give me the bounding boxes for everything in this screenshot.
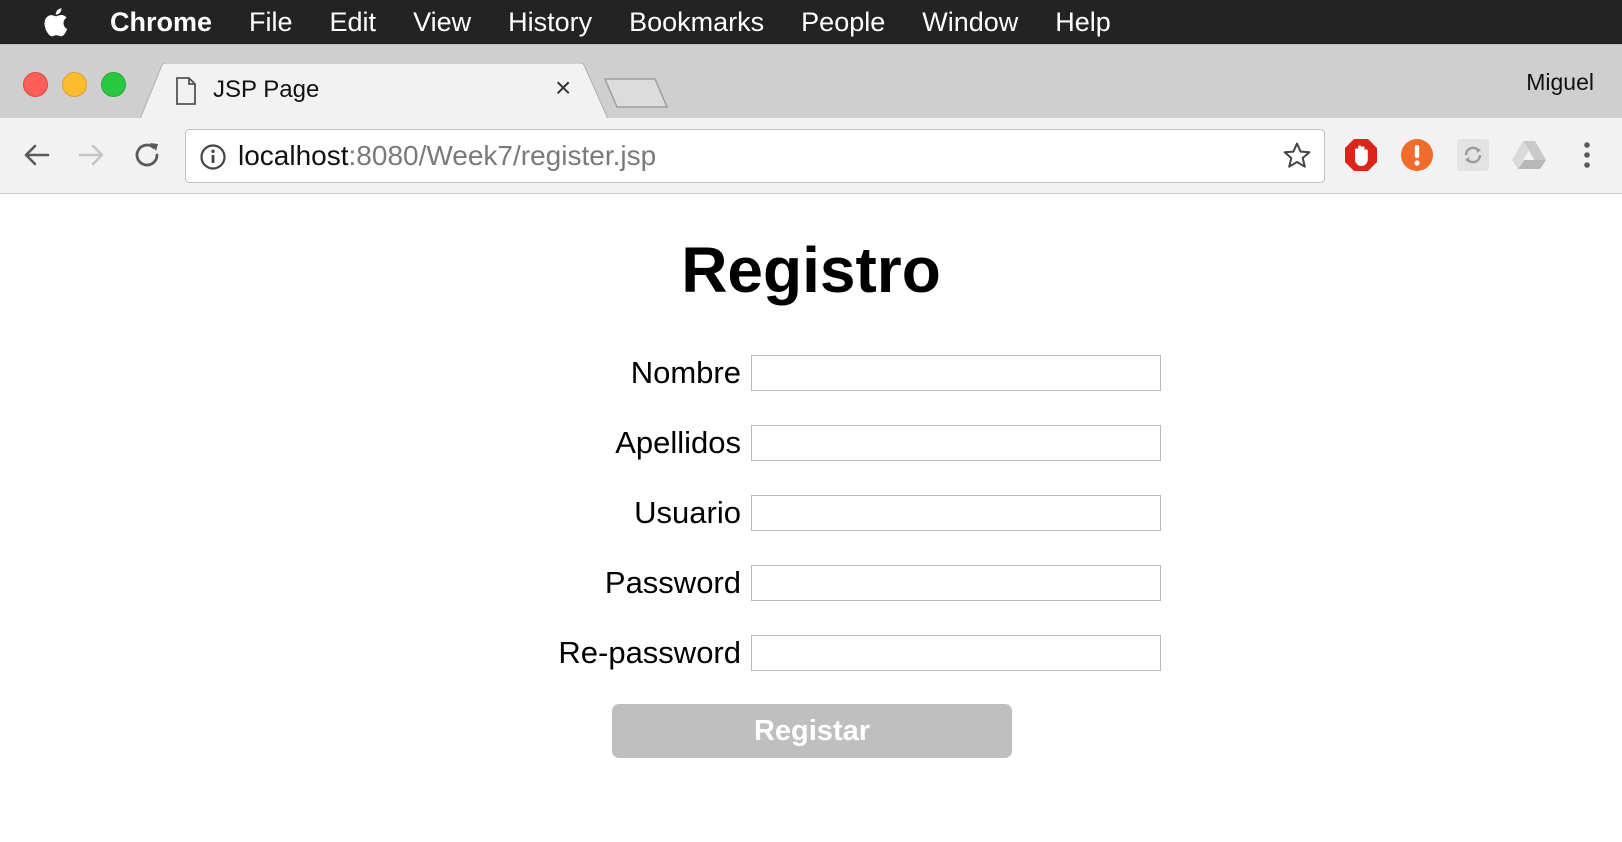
address-bar[interactable]: localhost:8080/Week7/register.jsp	[185, 129, 1325, 183]
usuario-input[interactable]	[751, 495, 1161, 531]
info-icon[interactable]	[199, 143, 227, 176]
menu-chrome[interactable]: Chrome	[110, 7, 212, 38]
menu-view[interactable]: View	[413, 7, 471, 38]
menu-help[interactable]: Help	[1055, 7, 1111, 38]
form-row-nombre: Nombre	[0, 355, 1622, 393]
url-text: localhost:8080/Week7/register.jsp	[238, 140, 656, 172]
zoom-window-button[interactable]	[101, 72, 126, 97]
nombre-label: Nombre	[630, 355, 741, 390]
menu-bar: Chrome File Edit View History Bookmarks …	[0, 0, 1622, 44]
adblock-hand-icon[interactable]	[1342, 136, 1380, 174]
url-host: localhost	[238, 140, 349, 171]
reload-icon	[135, 143, 159, 167]
form-row-apellidos: Apellidos	[0, 425, 1622, 463]
page-content: Registro Nombre Apellidos Usuario Passwo…	[0, 195, 1622, 842]
forward-arrow-icon	[78, 144, 104, 166]
menu-history[interactable]: History	[508, 7, 592, 38]
usuario-label: Usuario	[634, 495, 741, 530]
close-window-button[interactable]	[23, 72, 48, 97]
new-tab-button[interactable]	[603, 77, 669, 114]
password-input[interactable]	[751, 565, 1161, 601]
menu-window[interactable]: Window	[922, 7, 1018, 38]
password-label: Password	[604, 565, 741, 600]
browser-toolbar: localhost:8080/Week7/register.jsp	[0, 118, 1622, 194]
repassword-label: Re-password	[558, 635, 741, 670]
forward-button[interactable]	[74, 137, 110, 173]
back-arrow-icon	[24, 144, 50, 166]
apellidos-input[interactable]	[751, 425, 1161, 461]
menu-edit[interactable]: Edit	[330, 7, 377, 38]
more-vertical-icon	[1584, 142, 1590, 168]
back-button[interactable]	[18, 137, 54, 173]
profile-name[interactable]: Miguel	[1526, 69, 1594, 96]
form-row-password: Password	[0, 565, 1622, 603]
tab-jsp-page[interactable]: JSP Page ×	[140, 63, 610, 119]
apellidos-label: Apellidos	[615, 425, 741, 460]
chrome-menu-button[interactable]	[1568, 136, 1606, 174]
bookmark-star-icon[interactable]	[1282, 141, 1312, 176]
tab-title: JSP Page	[213, 76, 320, 103]
document-icon	[175, 77, 197, 110]
sync-icon[interactable]	[1454, 136, 1492, 174]
repassword-input[interactable]	[751, 635, 1161, 671]
form-row-usuario: Usuario	[0, 495, 1622, 533]
alert-circle-icon[interactable]	[1398, 136, 1436, 174]
url-path: :8080/Week7/register.jsp	[348, 140, 657, 171]
register-button[interactable]: Registar	[612, 704, 1012, 758]
drive-icon[interactable]	[1510, 136, 1548, 174]
page-title: Registro	[681, 234, 941, 306]
tab-strip: JSP Page × Miguel	[0, 44, 1622, 119]
form-row-repassword: Re-password	[0, 635, 1622, 673]
nombre-input[interactable]	[751, 355, 1161, 391]
tab-close-icon[interactable]: ×	[555, 73, 571, 103]
reload-button[interactable]	[130, 137, 166, 173]
menu-bookmarks[interactable]: Bookmarks	[629, 7, 764, 38]
menu-people[interactable]: People	[801, 7, 885, 38]
apple-logo-icon[interactable]	[0, 0, 110, 44]
minimize-window-button[interactable]	[62, 72, 87, 97]
menu-file[interactable]: File	[249, 7, 293, 38]
